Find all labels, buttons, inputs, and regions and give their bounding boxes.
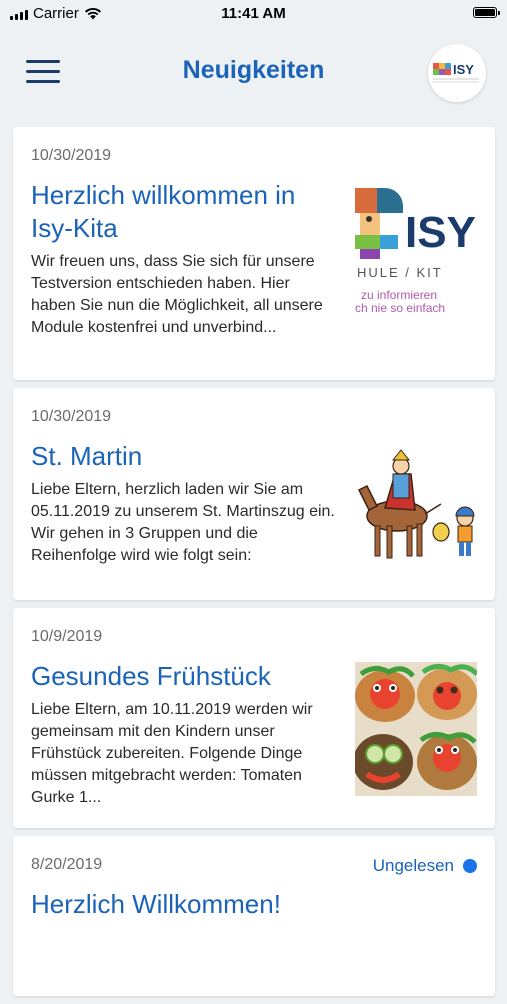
st-martin-illustration (355, 448, 477, 566)
news-title: Herzlich Willkommen! (31, 889, 281, 919)
breakfast-photo (355, 662, 477, 796)
news-title: Gesundes Frühstück (31, 661, 271, 691)
status-bar: Carrier 11:41 AM (0, 0, 507, 28)
news-date: 10/30/2019 (31, 408, 112, 425)
news-excerpt: Liebe Eltern, herzlich laden wir Sie am … (31, 481, 335, 564)
news-date: 10/30/2019 (31, 147, 112, 164)
news-excerpt: Liebe Eltern, am 10.11.2019 werden wir g… (31, 701, 313, 806)
news-item[interactable]: 10/30/2019 St. Martin Liebe Eltern, herz… (13, 388, 495, 600)
svg-text:ISY: ISY (405, 208, 476, 257)
navigation-bar: Neuigkeiten ISY (0, 28, 507, 118)
news-list: 10/30/2019 Herzlich willkommen in Isy-Ki… (13, 127, 495, 1004)
svg-text:HULE / KIT: HULE / KIT (357, 265, 443, 280)
battery-icon (473, 7, 500, 18)
svg-text:zu informieren: zu informieren (361, 288, 437, 302)
isy-logo-icon: ISY (433, 62, 479, 83)
news-excerpt: Wir freuen uns, dass Sie sich für unsere… (31, 253, 323, 336)
status-time: 11:41 AM (221, 5, 286, 22)
news-title: Herzlich willkommen in Isy-Kita (31, 180, 296, 243)
news-title: St. Martin (31, 441, 143, 471)
isy-kita-thumbnail: ISY HULE / KIT zu informieren ch nie so … (355, 183, 477, 313)
news-date: 10/9/2019 (31, 628, 103, 645)
svg-text:ISY: ISY (453, 62, 474, 77)
unread-label: Ungelesen (372, 856, 454, 875)
news-item[interactable]: 10/9/2019 Gesundes Frühstück Liebe Elter… (13, 608, 495, 828)
news-item[interactable]: 10/30/2019 Herzlich willkommen in Isy-Ki… (13, 127, 495, 380)
svg-text:ch nie so einfach: ch nie so einfach (355, 301, 445, 313)
news-item[interactable]: 8/20/2019 Ungelesen Herzlich Willkommen! (13, 836, 495, 996)
unread-dot-icon (463, 859, 477, 873)
unread-indicator: Ungelesen (373, 856, 477, 876)
profile-logo-button[interactable]: ISY (428, 44, 486, 102)
